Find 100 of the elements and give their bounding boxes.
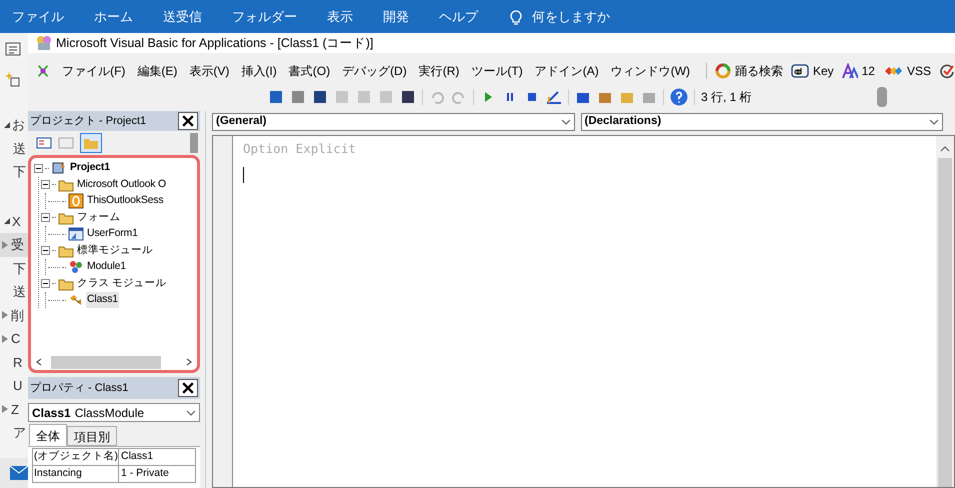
tree-item[interactable]: Project1: [69, 160, 111, 176]
view-code-icon[interactable]: [36, 135, 52, 151]
close-icon: [182, 382, 194, 394]
menu-item[interactable]: アドイン(A): [534, 62, 599, 80]
calendar-grid-icon[interactable]: [5, 41, 21, 57]
ribbon-tab[interactable]: 開発: [383, 6, 409, 26]
scroll-up-icon[interactable]: [940, 146, 950, 152]
property-name[interactable]: Instancing: [33, 466, 119, 482]
collapse-triangle-icon[interactable]: [4, 218, 10, 224]
ribbon-tab[interactable]: 送受信: [163, 6, 202, 26]
collapse-box-icon[interactable]: [41, 246, 50, 255]
tell-me-field[interactable]: 何をしますか: [532, 6, 610, 26]
folder-label[interactable]: 送: [13, 138, 26, 158]
toolbar-button-label[interactable]: 踊る検索: [734, 62, 783, 80]
toolbar-icon[interactable]: [268, 89, 284, 105]
ribbon-tab[interactable]: 表示: [327, 6, 353, 26]
folder-label[interactable]: 下: [13, 162, 26, 182]
lightbulb-icon[interactable]: [508, 8, 524, 24]
object-combo[interactable]: Class1 ClassModule: [28, 403, 200, 422]
property-name[interactable]: (オブジェクト名): [33, 449, 119, 465]
menu-item[interactable]: デバッグ(D): [342, 62, 407, 80]
tree-item[interactable]: Microsoft Outlook O: [76, 176, 167, 192]
tree-item[interactable]: 標準モジュール: [76, 242, 154, 258]
close-button[interactable]: [178, 112, 198, 130]
folder-label[interactable]: ア: [13, 423, 26, 442]
ribbon-tab[interactable]: ホーム: [94, 6, 133, 26]
property-value[interactable]: Class1: [119, 449, 195, 465]
toggle-folders-button[interactable]: [80, 133, 102, 153]
letter-a-icon[interactable]: [842, 63, 858, 79]
module-icon[interactable]: [68, 259, 84, 275]
code-line: Option Explicit: [243, 140, 356, 158]
folder-label[interactable]: R: [13, 352, 22, 372]
project-icon[interactable]: [51, 160, 67, 176]
expand-triangle-icon[interactable]: [2, 405, 8, 414]
folder-label[interactable]: 削: [11, 306, 24, 325]
menu-item[interactable]: 編集(E): [137, 62, 178, 80]
class-icon[interactable]: [68, 292, 84, 308]
collapse-box-icon[interactable]: [41, 213, 50, 222]
expand-triangle-icon[interactable]: [2, 334, 8, 343]
menu-item[interactable]: 書式(O): [288, 62, 330, 80]
tree-item[interactable]: フォーム: [76, 210, 122, 226]
tree-item[interactable]: クラス モジュール: [76, 276, 168, 292]
outlook-document-icon[interactable]: [68, 193, 84, 209]
form-icon[interactable]: [68, 226, 84, 242]
folder-label[interactable]: 送: [13, 282, 26, 302]
scrollbar-thumb[interactable]: [51, 356, 161, 368]
toolbar-button-label[interactable]: Key: [812, 62, 834, 80]
scroll-left-icon[interactable]: [35, 358, 43, 366]
ribbon-tab[interactable]: ファイル: [12, 6, 64, 26]
expand-triangle-icon[interactable]: [2, 240, 8, 249]
ab-box-icon[interactable]: [790, 64, 809, 78]
collapse-box-icon[interactable]: [41, 279, 50, 288]
ribbon-tab[interactable]: ヘルプ: [439, 6, 478, 26]
collapse-triangle-icon[interactable]: [4, 122, 10, 128]
vba-app-icon: [36, 35, 52, 51]
folder-label[interactable]: お: [12, 115, 25, 134]
chevron-down-icon: [186, 410, 196, 416]
expand-triangle-icon[interactable]: [2, 311, 8, 320]
collapse-box-icon[interactable]: [41, 180, 50, 189]
text-cursor: [243, 166, 244, 183]
properties-tab[interactable]: 全体: [29, 424, 67, 446]
toolbar-button-label[interactable]: VSS: [906, 62, 931, 80]
sparkle-document-icon[interactable]: [5, 71, 21, 87]
menu-item[interactable]: 表示(V): [189, 62, 230, 80]
toolbar-button-label[interactable]: 12: [862, 62, 875, 80]
close-button[interactable]: [178, 379, 198, 397]
property-value[interactable]: 1 - Private: [119, 466, 195, 482]
tree-item[interactable]: UserForm1: [86, 226, 139, 242]
code-combo[interactable]: (Declarations): [580, 113, 943, 131]
menu-item[interactable]: 挿入(I): [241, 62, 277, 80]
folder-label[interactable]: C: [11, 329, 20, 348]
code-combo[interactable]: (General): [212, 113, 574, 131]
cursor-position: 3 行, 1 桁: [701, 89, 753, 106]
toolbar-icon[interactable]: [312, 89, 328, 105]
folder-label[interactable]: U: [13, 376, 22, 396]
properties-tab[interactable]: 項目別: [67, 426, 117, 446]
ribbon-tab[interactable]: フォルダー: [232, 6, 297, 26]
menu-item[interactable]: ウィンドウ(W): [610, 62, 690, 80]
scrollbar-thumb[interactable]: [938, 158, 952, 487]
tree-item[interactable]: Class1: [86, 292, 119, 308]
tree-item[interactable]: Module1: [86, 259, 127, 275]
toolbar-icon[interactable]: [400, 89, 416, 105]
scroll-right-icon[interactable]: [185, 358, 193, 366]
color-wheel-icon[interactable]: [714, 63, 731, 79]
mail-icon[interactable]: [10, 466, 28, 480]
check-cycle-icon[interactable]: [939, 63, 955, 79]
menu-item[interactable]: ツール(T): [471, 62, 523, 80]
window-title: Microsoft Visual Basic for Applications - [Class1 (コード)]: [56, 34, 374, 52]
panel-title: プロパティ - Class1: [30, 380, 128, 396]
tree-item[interactable]: ThisOutlookSess: [86, 193, 164, 209]
folder-label[interactable]: X: [12, 212, 21, 231]
folder-label[interactable]: 下: [13, 258, 26, 278]
menu-item[interactable]: ファイル(F): [62, 62, 126, 80]
menu-item[interactable]: 実行(R): [418, 62, 460, 80]
help-icon[interactable]: [670, 88, 688, 106]
collapse-box-icon[interactable]: [34, 164, 43, 172]
close-icon: [182, 115, 194, 127]
design-mode-icon[interactable]: [546, 89, 562, 105]
folder-label[interactable]: Z: [11, 400, 19, 419]
chevron-down-icon: [929, 119, 939, 125]
